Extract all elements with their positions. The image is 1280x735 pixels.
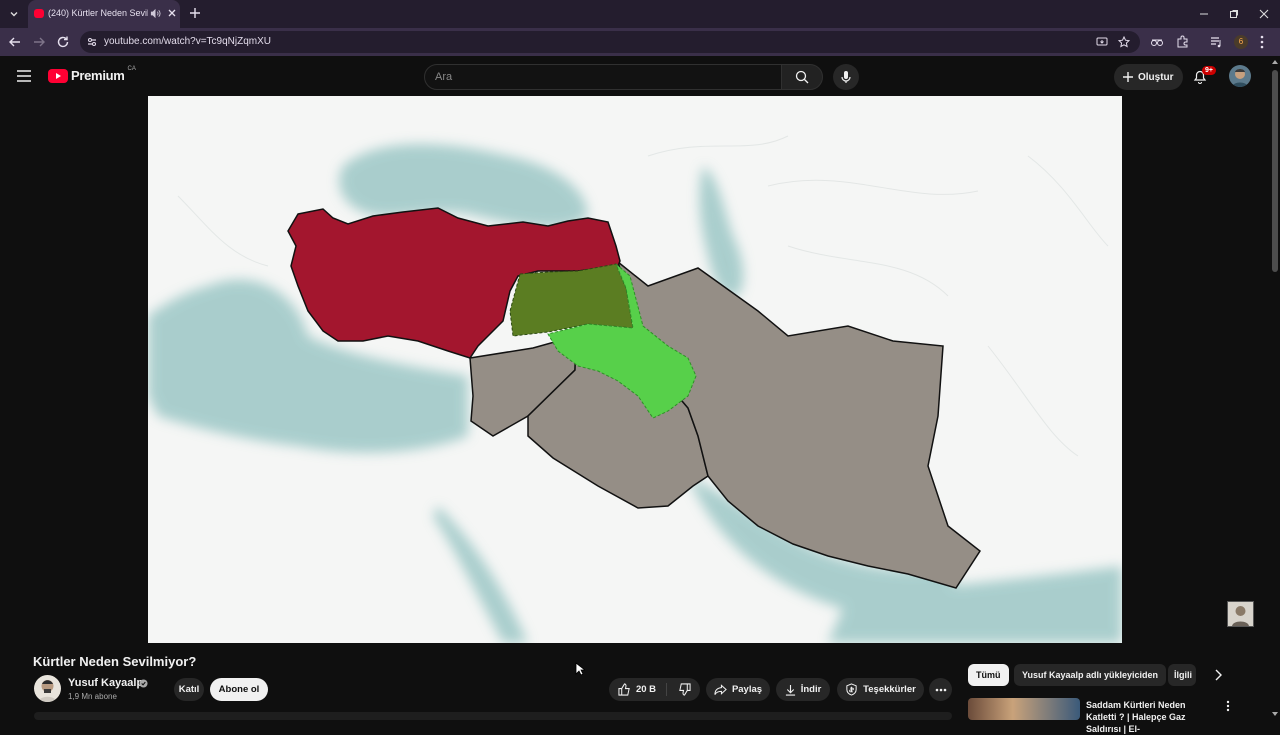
- scroll-up-arrow-icon[interactable]: [1272, 60, 1278, 64]
- create-label: Oluştur: [1138, 71, 1174, 83]
- chip-related[interactable]: İlgili: [1168, 664, 1196, 686]
- browser-tab[interactable]: (240) Kürtler Neden Sevilmiyor?: [28, 0, 180, 28]
- account-avatar[interactable]: [1229, 65, 1251, 87]
- join-button[interactable]: Katıl: [174, 678, 204, 701]
- forward-arrow-icon[interactable]: [32, 35, 46, 49]
- create-button[interactable]: Oluştur: [1114, 64, 1183, 90]
- tab-close-icon[interactable]: [166, 7, 178, 19]
- back-arrow-icon[interactable]: [8, 35, 22, 49]
- media-controls-icon[interactable]: [1210, 35, 1223, 48]
- search-placeholder: Ara: [435, 71, 453, 83]
- download-button[interactable]: İndir: [776, 678, 830, 701]
- download-label: İndir: [800, 684, 822, 695]
- tab-title: (240) Kürtler Neden Sevilmiyor?: [48, 8, 148, 18]
- subscribe-button[interactable]: Abone ol: [210, 678, 268, 701]
- channel-watermark[interactable]: [1227, 601, 1254, 627]
- incognito-glasses-icon[interactable]: [1150, 36, 1164, 48]
- chip-from-uploader[interactable]: Yusuf Kayaalp adlı yükleyiciden: [1014, 664, 1167, 686]
- minimize-icon[interactable]: [1196, 6, 1212, 22]
- share-label: Paylaş: [731, 684, 763, 695]
- thumbs-down-icon: [679, 683, 691, 696]
- search-button[interactable]: [781, 64, 823, 90]
- region-code: CA: [127, 65, 136, 72]
- download-icon: [785, 684, 795, 696]
- hamburger-menu-icon[interactable]: [16, 69, 32, 83]
- kurdistan-turkey-region: [509, 263, 634, 337]
- youtube-play-logo-icon: [48, 68, 68, 83]
- window-close-icon[interactable]: [1256, 6, 1272, 22]
- voice-search-button[interactable]: [833, 64, 859, 90]
- address-bar[interactable]: youtube.com/watch?v=Tc9qNjZqmXU: [80, 31, 1140, 53]
- tab-search-chevron-icon[interactable]: [4, 4, 24, 24]
- new-tab-plus-icon[interactable]: [188, 6, 202, 20]
- description-box-top: [34, 712, 952, 720]
- recommendation-title[interactable]: Saddam Kürtleri Neden Katletti ? | Halep…: [1086, 699, 1218, 735]
- search-icon: [795, 70, 809, 84]
- scrollbar-thumb[interactable]: [1272, 70, 1278, 272]
- thanks-button[interactable]: Teşekkürler: [837, 678, 924, 701]
- notification-count-badge: 9+: [1202, 66, 1216, 75]
- thumbs-up-icon: [618, 683, 630, 696]
- url-text: youtube.com/watch?v=Tc9qNjZqmXU: [104, 36, 272, 47]
- profile-extension-badge[interactable]: 6: [1234, 35, 1248, 49]
- subscriber-count: 1,9 Mn abone: [68, 692, 117, 701]
- dislike-button[interactable]: [672, 683, 691, 696]
- extensions-puzzle-icon[interactable]: [1176, 35, 1189, 48]
- youtube-header: Premium CA Ara Oluştur 9+: [0, 56, 1280, 96]
- scroll-down-arrow-icon[interactable]: [1272, 712, 1278, 716]
- recommendation-thumbnail[interactable]: [968, 698, 1080, 720]
- tab-audio-icon[interactable]: [150, 8, 161, 19]
- youtube-premium-logo[interactable]: Premium CA: [48, 65, 136, 83]
- recommendation-menu-icon[interactable]: [1226, 700, 1230, 712]
- microphone-icon: [841, 71, 851, 83]
- map-frame: [148, 96, 1122, 643]
- browser-menu-icon[interactable]: [1260, 35, 1264, 49]
- restore-icon[interactable]: [1226, 6, 1242, 22]
- browser-toolbar: youtube.com/watch?v=Tc9qNjZqmXU 6: [0, 28, 1280, 56]
- mouse-cursor-icon: [575, 662, 585, 676]
- share-button[interactable]: Paylaş: [706, 678, 770, 701]
- channel-name[interactable]: Yusuf Kayaalp: [68, 677, 143, 689]
- more-actions-button[interactable]: [929, 678, 952, 701]
- search-input[interactable]: Ara: [424, 64, 782, 90]
- verified-badge-icon: [139, 679, 148, 688]
- channel-avatar[interactable]: [34, 675, 61, 702]
- reload-icon[interactable]: [56, 35, 70, 49]
- logo-text: Premium: [71, 68, 125, 83]
- thanks-label: Teşekkürler: [863, 684, 916, 695]
- like-button[interactable]: 20 B: [618, 683, 668, 696]
- chip-all[interactable]: Tümü: [968, 664, 1009, 686]
- like-count: 20 B: [635, 684, 657, 695]
- video-player[interactable]: [148, 96, 1122, 643]
- like-dislike-group: 20 B: [609, 678, 700, 701]
- plus-icon: [1123, 72, 1133, 82]
- more-horizontal-icon: [935, 688, 946, 691]
- site-info-icon[interactable]: [86, 36, 98, 48]
- browser-tab-strip: (240) Kürtler Neden Sevilmiyor?: [0, 0, 1280, 28]
- youtube-favicon-icon: [34, 9, 44, 18]
- chip-scroll-right-icon[interactable]: [1212, 668, 1224, 682]
- install-app-icon[interactable]: [1096, 36, 1108, 48]
- video-title: Kürtler Neden Sevilmiyor?: [33, 654, 197, 669]
- bookmark-star-icon[interactable]: [1118, 36, 1130, 48]
- super-thanks-icon: [846, 683, 857, 696]
- share-arrow-icon: [714, 683, 727, 695]
